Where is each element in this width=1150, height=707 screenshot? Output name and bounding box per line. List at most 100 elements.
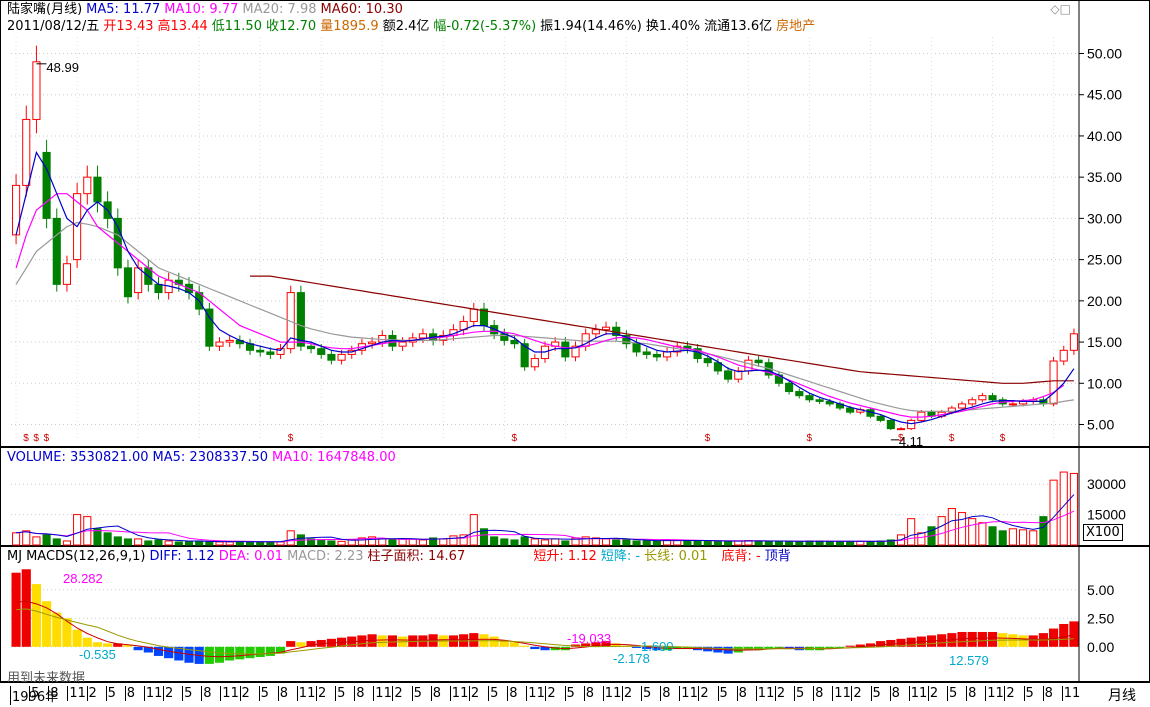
volume-bar (449, 535, 458, 546)
candle-body (205, 308, 214, 347)
macd-bar (296, 642, 306, 647)
volume-bar (540, 539, 550, 546)
dividend-marker: $ (288, 433, 294, 444)
volume-bar (1018, 529, 1028, 546)
macd-bar (489, 636, 499, 647)
time-tick-label: 11 (908, 686, 928, 701)
period-label[interactable]: 月线 (1108, 685, 1136, 705)
time-axis: 1996年 5 8 11 2 5 8 11 2 5 8 11 2 5 8 11 2 5 8 11 2 5 8 11 2 5 8 11 2… (0, 682, 1150, 707)
candle-body (561, 341, 570, 358)
time-tick-label: 11 (296, 686, 316, 701)
volume-chart-svg: 15000 30000 (11, 448, 1126, 547)
price-tick-label: 35.00 (1087, 169, 1122, 185)
candle-body (601, 326, 611, 331)
macd-tick-label: 5.00 (1087, 582, 1114, 598)
time-tick-label: 8 (736, 686, 747, 701)
volume-bar (215, 541, 224, 546)
candle-body (754, 359, 763, 364)
volume-bar (693, 540, 702, 546)
macd-bar (530, 646, 540, 650)
volume-bar (317, 539, 326, 546)
candle-body (62, 263, 72, 285)
macd-chart-svg: 0.002.505.0028.282-0.535-19.0331.600-2.1… (11, 547, 1114, 683)
time-tick-label: 8 (660, 686, 671, 701)
candle-body (306, 345, 316, 350)
volume-bar (103, 532, 112, 546)
candle-body (93, 176, 102, 203)
time-tick-label: 2 (86, 686, 97, 701)
macd-bar (62, 618, 72, 647)
time-tick-label: 2 (1004, 686, 1015, 701)
volume-bar (612, 539, 621, 546)
volume-bar (774, 540, 784, 546)
volume-bar (683, 540, 692, 546)
time-tick-label: 5 (794, 686, 805, 701)
candle-body (591, 329, 600, 335)
price-tick-label: 50.00 (1087, 45, 1122, 61)
volume-bar (642, 540, 651, 546)
macd-bar (1059, 624, 1069, 647)
time-tick-label: 11 (1061, 686, 1081, 701)
macd-bar (265, 646, 275, 656)
macd-annotation: -2.178 (613, 651, 650, 666)
price-tick-label: 40.00 (1087, 128, 1122, 144)
volume-bar (978, 522, 987, 546)
candle-body (876, 415, 885, 421)
volume-tick-label: 15000 (1087, 507, 1126, 523)
volume-bar (724, 540, 733, 546)
macd-tick-label: 0.00 (1087, 639, 1114, 655)
time-tick-label: 5 (105, 686, 116, 701)
time-tick-label: 11 (755, 686, 775, 701)
volume-pane[interactable]: VOLUME: 3530821.00 MA5: 2308337.50 MA10: 1… (0, 447, 1150, 547)
volume-bar (500, 538, 509, 546)
time-tick-label: 5 (1023, 686, 1034, 701)
macd-bar (520, 645, 530, 647)
volume-tick-label: 30000 (1087, 476, 1126, 492)
volume-bar (530, 538, 539, 546)
time-tick-label: 5 (488, 686, 499, 701)
time-tick-label: 2 (316, 686, 327, 701)
candle-body (642, 351, 651, 355)
volume-bar (418, 539, 428, 546)
volume-bar (795, 540, 804, 546)
macd-bar (286, 641, 296, 647)
candle-body (886, 419, 895, 430)
candle-body (1008, 403, 1017, 406)
dividend-marker: $ (44, 433, 50, 444)
macd-bar (31, 584, 42, 647)
time-tick-label: 11 (449, 686, 469, 701)
volume-unit-box: X100 (1083, 524, 1123, 541)
time-tick-label: 2 (392, 686, 403, 701)
volume-bar (510, 539, 519, 546)
candle-body (724, 370, 733, 380)
volume-bar (164, 540, 173, 546)
volume-bar (1039, 516, 1048, 546)
candle-body (337, 353, 346, 361)
volume-bar (856, 540, 865, 546)
price-tick-label: 15.00 (1087, 334, 1122, 350)
macd-bar (255, 646, 265, 658)
price-tick-label: 20.00 (1087, 293, 1122, 309)
volume-bar (62, 540, 72, 546)
time-tick-label: 2 (163, 686, 174, 701)
macd-pane[interactable]: MJ MACDS(12,26,9,1) DIFF: 1.12 DEA: 0.01 MAC… (0, 546, 1150, 686)
time-tick-label: 11 (602, 686, 622, 701)
macd-bar (876, 641, 886, 647)
price-tick-label: 45.00 (1087, 87, 1122, 103)
candle-body (296, 292, 305, 347)
macd-bar (509, 642, 520, 647)
volume-bar (754, 540, 763, 546)
price-pane[interactable]: 陆家嘴(月线) MA5: 11.77 MA10: 9.77 MA20: 7.98 MA6… (0, 0, 1150, 448)
volume-bar (93, 528, 102, 546)
candle-body (815, 399, 824, 402)
time-tick-label: 5 (717, 686, 728, 701)
candle-body (154, 283, 163, 294)
candle-body (968, 399, 977, 405)
volume-bar (73, 514, 82, 546)
macd-bar (1069, 621, 1079, 647)
candle-body (134, 267, 143, 294)
volume-bar (205, 541, 214, 546)
candle-body (652, 353, 661, 358)
macd-bar (987, 631, 998, 647)
candle-body (398, 341, 407, 347)
